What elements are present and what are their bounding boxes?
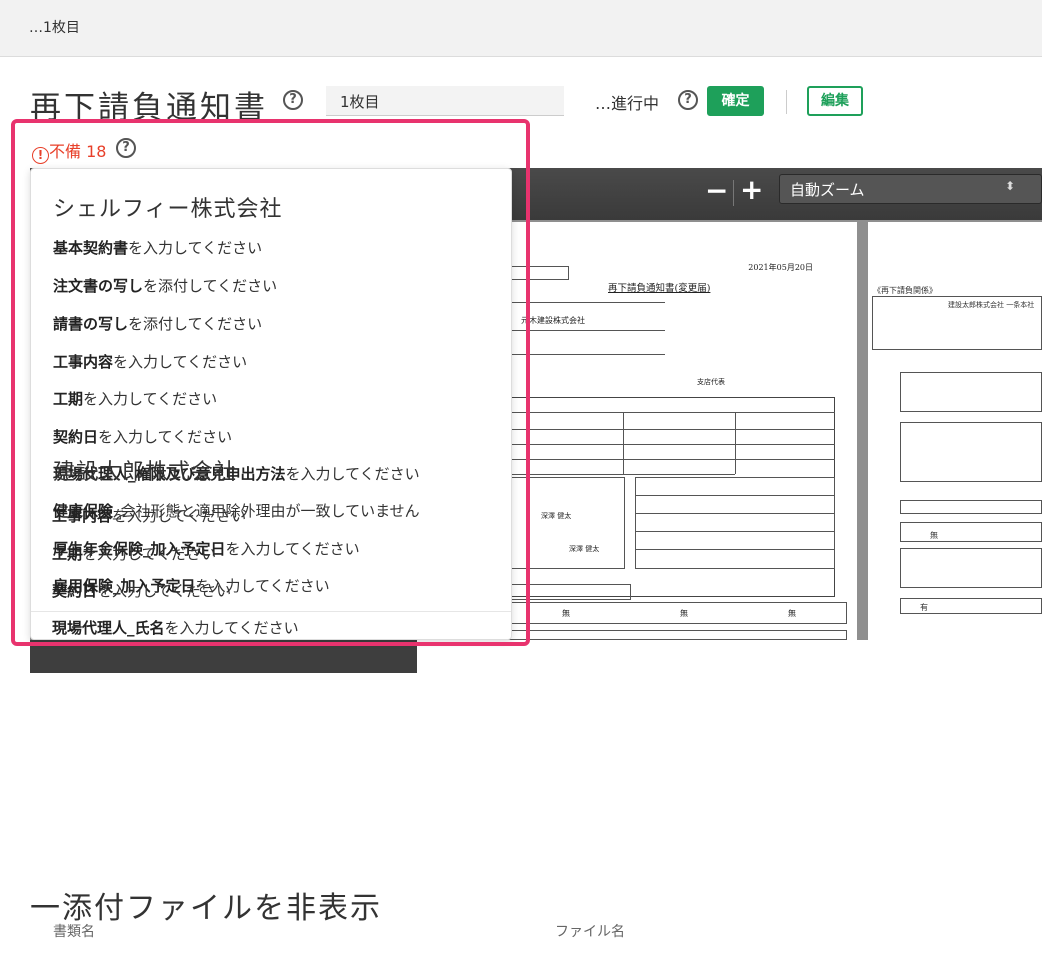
doc-box: [900, 548, 1042, 588]
zoom-select[interactable]: 自動ズーム ⬍: [779, 174, 1042, 204]
issue-field: 契約日: [52, 582, 98, 600]
issue-field: 現場代理人_氏名: [52, 619, 165, 637]
zoom-out-button[interactable]: −: [705, 176, 728, 206]
issue-item[interactable]: 請書の写しを添付してください: [53, 313, 262, 334]
doc-box: [635, 477, 835, 569]
doc-person: 深澤 健太: [541, 512, 572, 520]
doc-rule: [635, 531, 835, 532]
issue-field: 工期: [53, 390, 84, 408]
issue-message: を入力してください: [82, 545, 217, 563]
doc-rule: [505, 429, 835, 430]
doc-date: 2021年05月20日: [748, 263, 813, 272]
issue-message: を入力してください: [128, 239, 263, 257]
top-bar: …1枚目: [0, 0, 1042, 57]
zoom-select-value: 自動ズーム: [790, 181, 865, 199]
issue-message: を入力してください: [285, 465, 420, 483]
doc-box: [900, 422, 1042, 482]
column-header-file: ファイル名: [555, 924, 625, 940]
issue-item[interactable]: 工事内容を入力してください: [52, 505, 246, 526]
doc-rule: [505, 444, 835, 445]
doc-rule: [505, 474, 735, 475]
column-header-document: 書類名: [53, 924, 95, 940]
doc-rule: [505, 412, 835, 413]
breadcrumb[interactable]: …1枚目: [29, 17, 80, 37]
edit-button[interactable]: 編集: [807, 86, 863, 116]
issue-message: を添付してください: [128, 315, 263, 333]
deficiency-list: シェルフィー株式会社 基本契約書を入力してください 注文書の写しを添付してくださ…: [30, 168, 512, 640]
doc-rule: [635, 495, 835, 496]
pdf-page: 2021年05月20日 再下請負通知書(変更届) 元木建設株式会社 支店代表 深…: [505, 222, 857, 640]
zoom-in-button[interactable]: +: [740, 174, 763, 206]
doc-rule: [635, 549, 835, 550]
doc-value: 無: [788, 609, 796, 618]
issue-field: 基本契約書: [53, 239, 129, 257]
issue-item[interactable]: 契約日を入力してください: [52, 580, 231, 601]
deficiency-count: 18: [86, 142, 107, 161]
issue-field: 請書の写し: [53, 315, 129, 333]
status-text: …進行中: [595, 94, 660, 113]
company-name: 建設太郎株式会社: [53, 460, 238, 485]
issue-item[interactable]: 工事内容を入力してください: [53, 351, 247, 372]
help-icon[interactable]: ?: [283, 90, 303, 110]
doc-value: 無: [562, 609, 570, 618]
issue-item[interactable]: 契約日を入力してください: [53, 426, 232, 447]
issue-item[interactable]: 基本契約書を入力してください: [53, 237, 262, 258]
doc-box: [900, 522, 1042, 542]
issue-field: 注文書の写し: [53, 277, 144, 295]
issue-item[interactable]: 工期を入力してください: [52, 543, 216, 564]
doc-rule: [505, 330, 665, 331]
doc-title: 《再下請負関係》: [873, 286, 937, 295]
issue-message: を入力してください: [98, 428, 233, 446]
doc-company: 建設太郎株式会社 一条本社: [948, 301, 1035, 309]
doc-company: 元木建設株式会社: [521, 316, 585, 325]
deficiency-indicator[interactable]: ! 不備 18: [32, 138, 106, 164]
status-help-icon[interactable]: ?: [678, 90, 698, 110]
pdf-footer-bar: [30, 640, 417, 673]
company-name: シェルフィー株式会社: [53, 197, 283, 222]
issue-message: を入力してください: [112, 507, 247, 525]
doc-title: 再下請負通知書(変更届): [608, 283, 711, 294]
confirm-button[interactable]: 確定: [707, 86, 764, 116]
doc-box: [900, 500, 1042, 514]
doc-box: [505, 630, 847, 640]
select-arrows-icon: ⬍: [1004, 179, 1015, 193]
issue-message: を入力してください: [113, 353, 248, 371]
doc-box: [505, 584, 631, 600]
issue-message: を入力してください: [83, 390, 218, 408]
doc-value: 無: [680, 609, 688, 618]
issue-message: を入力してください: [97, 582, 232, 600]
doc-rule: [505, 354, 665, 355]
issue-item[interactable]: 注文書の写しを添付してください: [53, 275, 277, 296]
issue-message: を入力してください: [225, 540, 360, 558]
doc-rule: [735, 412, 736, 474]
toolbar-separator: [733, 180, 734, 206]
issue-field: 工事内容: [52, 507, 113, 525]
issue-field: 契約日: [53, 428, 99, 446]
issue-field: 工事内容: [53, 353, 114, 371]
issue-message: を入力してください: [164, 619, 299, 637]
alert-icon: !: [32, 147, 49, 164]
doc-box: [505, 266, 569, 280]
pdf-page: 《再下請負関係》 建設太郎株式会社 一条本社 無 有: [868, 222, 1042, 640]
page-title: 再下請負通知書: [30, 90, 268, 126]
deficiency-label: 不備: [49, 142, 82, 161]
issue-message: を添付してください: [143, 277, 278, 295]
doc-person: 深澤 健太: [569, 545, 600, 553]
page-count-field[interactable]: 1枚目: [326, 86, 564, 116]
doc-box: [505, 477, 625, 569]
issue-item[interactable]: 現場代理人_氏名を入力してください: [52, 617, 299, 638]
issue-item[interactable]: 工期を入力してください: [53, 388, 217, 409]
doc-representative: 支店代表: [697, 378, 725, 386]
doc-rule: [635, 513, 835, 514]
doc-value: 有: [920, 603, 928, 612]
deficiency-help-icon[interactable]: ?: [116, 138, 136, 158]
divider: [786, 90, 787, 114]
doc-rule: [623, 412, 624, 474]
doc-box: [900, 372, 1042, 412]
doc-rule: [505, 302, 665, 303]
doc-value: 無: [930, 531, 938, 540]
doc-rule: [505, 459, 835, 460]
issue-field: 工期: [52, 545, 83, 563]
group-divider: [31, 611, 511, 612]
